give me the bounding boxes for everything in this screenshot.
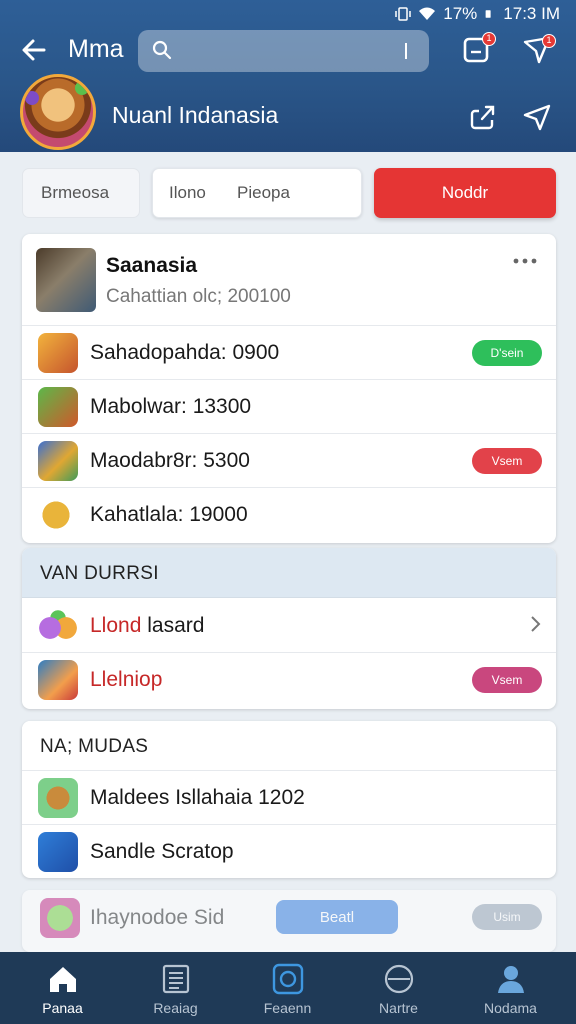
wifi-icon xyxy=(419,7,436,20)
tab-first[interactable]: Brmeosa xyxy=(22,168,140,218)
status-pill[interactable]: D'sein xyxy=(472,340,542,366)
game-icon xyxy=(38,333,78,373)
gauge-icon xyxy=(384,964,414,994)
search-bar[interactable] xyxy=(138,30,429,72)
send-button[interactable]: 1 xyxy=(520,32,556,66)
list-item[interactable]: Mabolwar: 13300 xyxy=(22,380,556,434)
nav-label: Reaiag xyxy=(153,1000,198,1016)
avatar-decoration xyxy=(25,91,39,105)
list-item[interactable]: Maodabr8r: 5300 Vsem xyxy=(22,434,556,488)
nav-item-gauge[interactable]: Nartre xyxy=(341,952,456,1024)
search-input[interactable] xyxy=(182,38,412,64)
nav-item-profile[interactable]: Nodama xyxy=(453,952,568,1024)
list-item-text: Sandle Scratop xyxy=(90,840,234,863)
list-item-text: Mabolwar: 13300 xyxy=(90,395,252,418)
tab-label: Pieopa xyxy=(237,183,290,202)
section-header: NA; MUDAS xyxy=(22,721,556,771)
nav-item-center[interactable]: Feaenn xyxy=(230,952,345,1024)
notification-badge: 1 xyxy=(482,32,496,46)
list-item[interactable]: Sahadopahda: 0900 D'sein xyxy=(22,326,556,380)
back-arrow-icon[interactable] xyxy=(20,36,48,64)
circle-square-icon xyxy=(272,963,304,995)
status-pill[interactable]: Vsem xyxy=(472,448,542,474)
nav-label: Nodama xyxy=(484,1000,537,1016)
game-icon xyxy=(38,441,78,481)
list-item-text: Sahadopahda: 0900 xyxy=(90,341,280,364)
tab-primary-action[interactable]: Noddr xyxy=(374,168,556,218)
battery-percent: 17% xyxy=(443,4,478,23)
list-item-text: Llelniop xyxy=(90,668,163,691)
game-icon xyxy=(38,606,78,646)
send-icon[interactable] xyxy=(522,102,552,132)
app-header: 17% 17:3 IM Mma 1 1 Nuanl Indanasia xyxy=(0,0,576,152)
list-item[interactable]: Llelniop Vsem xyxy=(22,653,556,707)
status-pill[interactable]: Vsem xyxy=(472,667,542,693)
promo-text: Ihaynodoe Sid xyxy=(90,906,225,929)
app-title: Mma xyxy=(68,35,124,63)
nav-item-home[interactable]: Panaa xyxy=(5,952,120,1024)
tab-label: Brmeosa xyxy=(41,183,110,202)
status-pill[interactable]: Usim xyxy=(472,904,542,930)
feature-card: Saanasia Cahattian olc; 200100 Sahadopah… xyxy=(22,234,556,543)
feature-title: Saanasia xyxy=(106,254,198,277)
tab-second[interactable]: Ilono Pieopa xyxy=(152,168,362,218)
battery-icon xyxy=(485,10,491,18)
game-icon xyxy=(38,495,78,535)
nav-label: Feaenn xyxy=(263,1000,312,1016)
list-item[interactable]: Llond lasard xyxy=(22,599,556,653)
filter-tabs: Brmeosa Ilono Pieopa Noddr xyxy=(22,168,556,220)
nav-label: Panaa xyxy=(42,1000,83,1016)
list-item[interactable]: Sandle Scratop xyxy=(22,825,556,878)
game-icon xyxy=(38,778,78,818)
home-icon xyxy=(50,967,76,992)
top-nav: Mma 1 1 xyxy=(0,30,576,72)
list-item-text: Llond lasard xyxy=(90,614,204,638)
tab-label: Noddr xyxy=(441,183,489,202)
section-title: NA; MUDAS xyxy=(40,736,149,757)
section-card: NA; MUDAS Maldees Isllahaia 1202 Sandle … xyxy=(22,721,556,878)
game-icon xyxy=(38,660,78,700)
highlight-text: Llond xyxy=(90,614,142,637)
chevron-right-icon xyxy=(531,616,541,632)
vibrate-icon xyxy=(395,7,412,21)
tab-label: Ilono xyxy=(169,183,206,202)
feature-subtitle: Cahattian olc; 200100 xyxy=(106,286,291,307)
game-icon xyxy=(38,832,78,872)
document-list-icon xyxy=(162,964,190,994)
list-item-text: Kahatlala: 19000 xyxy=(90,503,248,526)
more-options-icon[interactable] xyxy=(512,256,538,266)
bottom-navigation: Panaa Reaiag Feaenn Nartre Nodama xyxy=(0,952,576,1024)
text-cursor xyxy=(405,43,407,59)
avatar-decoration xyxy=(75,81,89,95)
list-item[interactable]: Maldees Isllahaia 1202 xyxy=(22,771,556,825)
profile-name: Nuanl Indanasia xyxy=(112,102,279,128)
list-item-text: Maodabr8r: 5300 xyxy=(90,449,250,472)
avatar[interactable] xyxy=(20,74,96,150)
clock: 17:3 IM xyxy=(503,4,560,23)
section-title: VAN DURRSI xyxy=(40,563,159,584)
section-header: VAN DURRSI xyxy=(22,548,556,598)
list-item[interactable]: Kahatlala: 19000 xyxy=(22,488,556,542)
nav-label: Nartre xyxy=(379,1000,418,1016)
game-icon xyxy=(38,387,78,427)
profile-row: Nuanl Indanasia xyxy=(0,74,576,150)
list-item-text-rest: lasard xyxy=(147,614,205,637)
promo-button[interactable]: Beatl xyxy=(276,900,398,934)
notifications-button[interactable]: 1 xyxy=(460,32,496,66)
section-card: VAN DURRSI Llond lasard Llelniop Vsem xyxy=(22,548,556,709)
search-icon xyxy=(152,40,172,60)
game-icon xyxy=(40,898,80,938)
feature-item[interactable]: Saanasia Cahattian olc; 200100 xyxy=(22,234,556,326)
nav-item-list[interactable]: Reaiag xyxy=(118,952,233,1024)
list-item-text: Maldees Isllahaia 1202 xyxy=(90,786,305,809)
send-badge: 1 xyxy=(542,34,556,48)
feature-thumbnail xyxy=(36,248,96,312)
promo-card: Ihaynodoe Sid Beatl Usim xyxy=(22,890,556,952)
share-icon[interactable] xyxy=(468,102,498,132)
status-bar: 17% 17:3 IM xyxy=(0,0,576,28)
user-icon xyxy=(498,966,524,993)
